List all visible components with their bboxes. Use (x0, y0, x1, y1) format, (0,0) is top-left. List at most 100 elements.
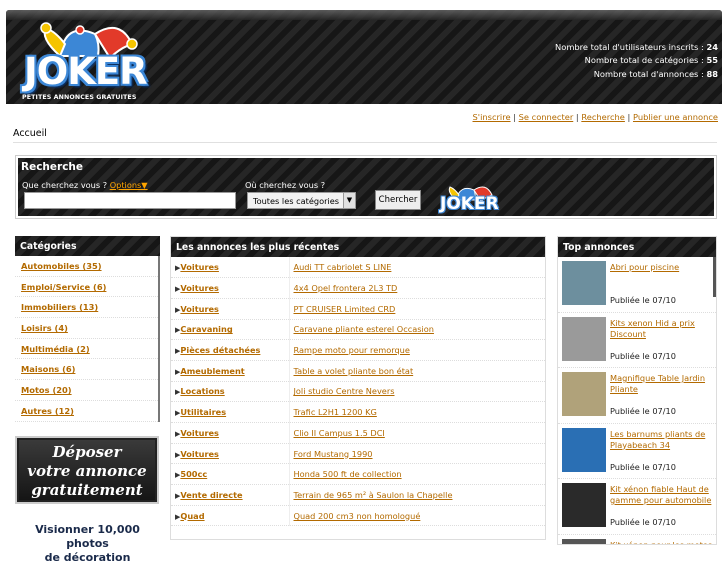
recent-ad-category-cell: ▶Caravaning (171, 319, 289, 341)
recent-ad-title-link[interactable]: PT CRUISER Limited CRD (294, 304, 396, 314)
top-ad-date: Publiée le 07/10 (610, 461, 676, 472)
recent-ad-category-link[interactable]: Voitures (180, 262, 219, 272)
top-ad-item: Les barnums pliants de Playabeach 34 Publ… (558, 424, 716, 479)
category-link[interactable]: Immobiliers (13) (21, 302, 98, 312)
recent-ad-title-cell: Audi TT cabriolet S LINE (288, 257, 545, 279)
recent-ad-category-link[interactable]: Voitures (180, 428, 219, 438)
top-ad-thumbnail[interactable] (562, 427, 606, 472)
category-link[interactable]: Motos (20) (21, 385, 72, 395)
recent-ad-title-cell: Honda 500 ft de collection (288, 463, 545, 486)
breadcrumb-divider (13, 142, 717, 143)
recent-ad-title-cell: Clio II Campus 1.5 DCI (288, 422, 545, 444)
recent-ad-category-cell: ▶Pièces détachées (171, 339, 289, 361)
search-what-label: Que cherchez vous ? Options▼ (22, 180, 148, 190)
recent-ad-title-link[interactable]: Honda 500 ft de collection (294, 469, 402, 479)
recent-ad-title-link[interactable]: 4x4 Opel frontera 2L3 TD (294, 283, 398, 293)
small-logo-word: JOKER (440, 194, 499, 214)
recent-ad-category-cell: ▶Voitures (171, 277, 289, 299)
recent-ad-title-link[interactable]: Quad 200 cm3 non homologué (294, 511, 421, 521)
top-ad-item: Magnifique Table Jardin Pliante Publiée l… (558, 368, 716, 424)
small-joker-logo: JOKER (438, 182, 502, 218)
recent-ad-category-link[interactable]: Utilitaires (180, 407, 226, 417)
top-ad-thumbnail[interactable] (562, 261, 606, 305)
login-link[interactable]: Se connecter (519, 112, 574, 122)
recent-ad-category-link[interactable]: 500cc (180, 469, 207, 479)
recent-ad-category-link[interactable]: Caravaning (180, 324, 232, 334)
top-ads-title: Top annonces (558, 237, 716, 257)
recent-ad-title-link[interactable]: Terrain de 965 m² à Saulon la Chapelle (294, 490, 453, 500)
category-link[interactable]: Autres (12) (21, 406, 74, 416)
recent-ad-category-link[interactable]: Voitures (180, 304, 219, 314)
options-link[interactable]: Options▼ (110, 180, 148, 190)
category-link[interactable]: Emploi/Service (6) (21, 282, 106, 292)
category-item: Multimédia (2) (15, 339, 158, 360)
recent-ad-title-cell: Joli studio Centre Nevers (288, 381, 545, 403)
category-link[interactable]: Maisons (6) (21, 364, 75, 374)
category-select[interactable]: Toutes les catégories ▼ (247, 192, 356, 209)
search-button[interactable]: Chercher (375, 190, 421, 210)
stat-users: Nombre total d'utilisateurs inscrits : 2… (555, 42, 718, 52)
recent-ad-title-link[interactable]: Caravane pliante esterel Occasion (294, 324, 434, 334)
site-stats: Nombre total d'utilisateurs inscrits : 2… (555, 41, 718, 81)
top-ad-item: Kit xénon pour les motos (558, 535, 716, 545)
recent-ad-category-link[interactable]: Pièces détachées (180, 345, 260, 355)
search-link[interactable]: Recherche (581, 112, 625, 122)
category-item: Emploi/Service (6) (15, 277, 158, 298)
recent-ad-row: ▶Utilitaires Trafic L2H1 1200 KG (171, 401, 545, 423)
chevron-down-icon: ▼ (343, 193, 355, 208)
recent-ad-category-link[interactable]: Quad (180, 511, 204, 521)
top-ad-thumbnail[interactable] (562, 483, 606, 527)
recent-ad-title-link[interactable]: Table a volet pliante bon état (294, 366, 414, 376)
categories-panel: Catégories Automobiles (35) Emploi/Servi… (15, 236, 160, 422)
register-link[interactable]: S'inscrire (473, 112, 511, 122)
categories-title: Catégories (15, 236, 160, 256)
decoration-promo[interactable]: Visionner 10,000 photos de décoration (15, 523, 160, 565)
stat-categories: Nombre total de catégories : 55 (584, 55, 718, 66)
recent-ad-category-link[interactable]: Locations (180, 386, 224, 396)
joker-logo[interactable]: JOKER PETITES ANNONCES GRATUITES (20, 16, 150, 101)
recent-ad-title-link[interactable]: Trafic L2H1 1200 KG (294, 407, 377, 417)
recent-ad-category-cell: ▶Voitures (171, 298, 289, 320)
recent-ad-title-cell: Caravane pliante esterel Occasion (288, 319, 545, 341)
top-ad-title-link[interactable]: Kit xénon fiable Haut de gamme pour auto… (610, 484, 711, 505)
category-item: Loisirs (4) (15, 318, 158, 339)
recent-ad-title-link[interactable]: Joli studio Centre Nevers (294, 386, 395, 396)
top-ad-thumbnail[interactable] (562, 372, 606, 416)
recent-ad-title-link[interactable]: Ford Mustang 1990 (294, 449, 373, 459)
top-nav: S'inscrire | Se connecter | Recherche | … (472, 112, 718, 122)
breadcrumb: Accueil (13, 128, 47, 139)
banner-line-1: Déposer (52, 443, 122, 461)
top-ad-title-link[interactable]: Les barnums pliants de Playabeach 34 (610, 429, 705, 450)
top-ad-date: Publiée le 07/10 (610, 517, 676, 527)
category-link[interactable]: Multimédia (2) (21, 344, 90, 354)
recent-ads-title: Les annonces les plus récentes (171, 237, 545, 257)
site-header: JOKER PETITES ANNONCES GRATUITES Nombre … (6, 10, 722, 104)
recent-ad-row: ▶500cc Honda 500 ft de collection (171, 463, 545, 486)
recent-ad-category-link[interactable]: Voitures (180, 449, 219, 459)
recent-ad-category-link[interactable]: Voitures (180, 283, 219, 293)
recent-ad-category-link[interactable]: Vente directe (180, 490, 242, 500)
recent-ad-title-cell: Quad 200 cm3 non homologué (288, 505, 545, 527)
recent-ad-row: ▶Voitures 4x4 Opel frontera 2L3 TD (171, 277, 545, 299)
recent-ads-panel: Les annonces les plus récentes ▶Voitures… (170, 236, 546, 540)
category-link[interactable]: Automobiles (35) (21, 261, 102, 271)
recent-ad-category-cell: ▶Voitures (171, 257, 289, 279)
top-ad-title-link[interactable]: Kit xénon pour les motos (610, 540, 712, 545)
top-ad-thumbnail[interactable] (562, 316, 606, 361)
top-ad-title-link[interactable]: Magnifique Table Jardin Pliante (610, 373, 705, 394)
top-ad-title-link[interactable]: Kits xenon Hid a prix Discount (610, 318, 695, 339)
recent-ad-title-link[interactable]: Rampe moto pour remorque (294, 345, 410, 355)
top-ad-item: Kits xenon Hid a prix Discount Publiée le… (558, 313, 716, 368)
publish-link[interactable]: Publier une annonce (633, 112, 718, 122)
top-ad-thumbnail[interactable] (562, 538, 606, 544)
post-ad-banner[interactable]: Déposer votre annonce gratuitement (15, 436, 159, 504)
recent-ad-category-cell: ▶Locations (171, 381, 289, 403)
recent-ad-title-cell: PT CRUISER Limited CRD (288, 298, 545, 320)
top-ad-title-link[interactable]: Abri pour piscine (610, 262, 679, 272)
recent-ad-category-link[interactable]: Ameublement (180, 366, 244, 376)
category-link[interactable]: Loisirs (4) (21, 323, 68, 333)
recent-ad-title-link[interactable]: Clio II Campus 1.5 DCI (294, 428, 385, 438)
top-ad-date: Publiée le 07/10 (610, 406, 676, 416)
search-input[interactable] (24, 192, 236, 209)
recent-ad-title-link[interactable]: Audi TT cabriolet S LINE (294, 262, 392, 272)
